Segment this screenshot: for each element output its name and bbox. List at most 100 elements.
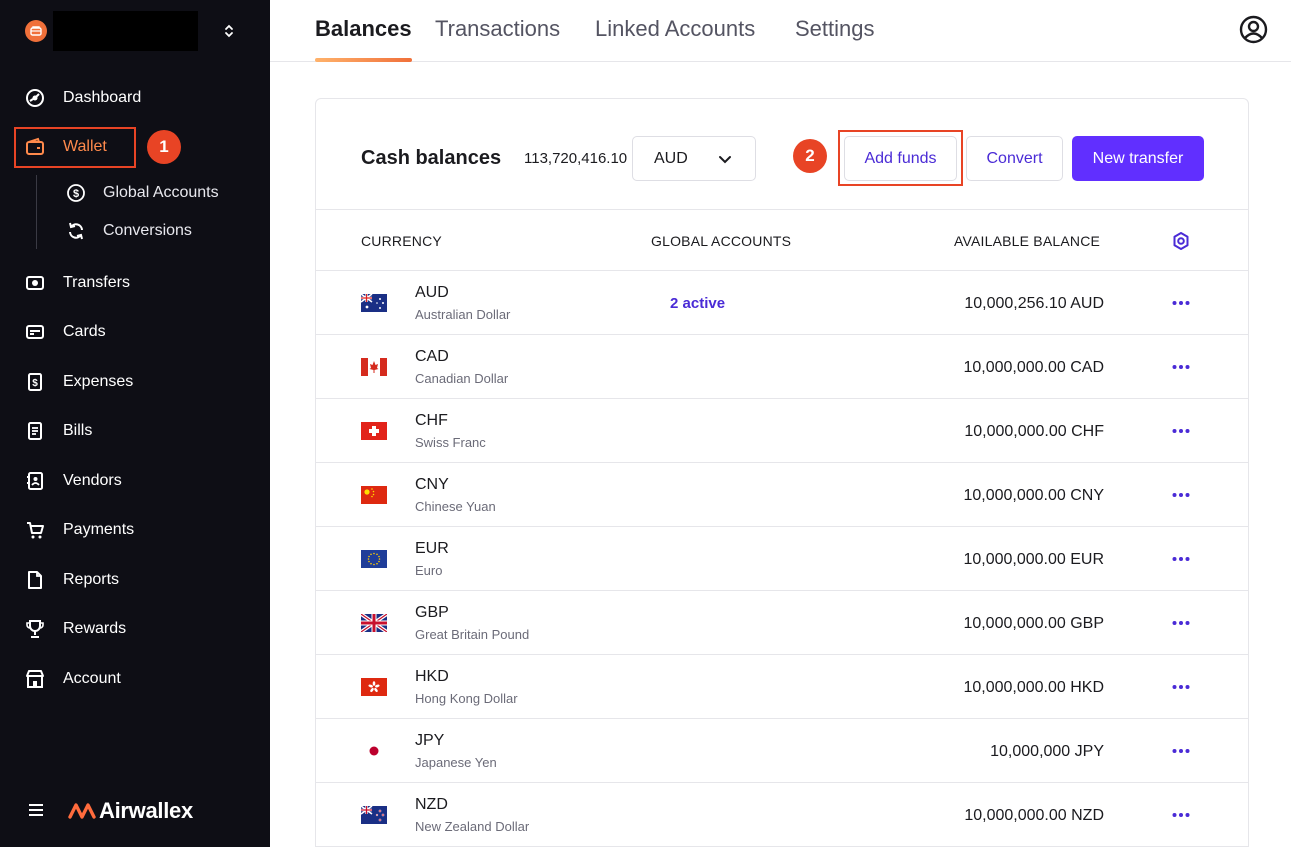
currency-code: HKD xyxy=(415,668,449,685)
column-header-global-accounts: GLOBAL ACCOUNTS xyxy=(651,233,792,249)
flag-uk-icon xyxy=(361,614,387,632)
currency-select[interactable]: AUD xyxy=(632,136,756,181)
svg-text:$: $ xyxy=(73,188,79,200)
more-options-icon[interactable] xyxy=(1171,741,1191,761)
table-row[interactable]: CHF Swiss Franc 10,000,000.00 CHF xyxy=(316,399,1248,463)
available-balance: 10,000,256.10 AUD xyxy=(964,295,1104,312)
table-row[interactable]: EUR Euro 10,000,000.00 EUR xyxy=(316,527,1248,591)
global-accounts-link[interactable]: 2 active xyxy=(670,295,725,312)
convert-button[interactable]: Convert xyxy=(966,136,1063,181)
currency-code: CHF xyxy=(415,412,448,429)
profile-icon[interactable] xyxy=(1239,15,1268,44)
new-transfer-button[interactable]: New transfer xyxy=(1072,136,1204,181)
currency-name: Hong Kong Dollar xyxy=(415,691,518,706)
store-icon xyxy=(25,669,45,689)
nav-label: Rewards xyxy=(63,620,127,637)
more-options-icon[interactable] xyxy=(1171,357,1191,377)
flag-switzerland-icon xyxy=(361,422,387,440)
currency-code: CAD xyxy=(415,348,449,365)
tab-settings[interactable]: Settings xyxy=(795,16,875,62)
more-options-icon[interactable] xyxy=(1171,613,1191,633)
flag-hong-kong-icon xyxy=(361,678,387,696)
nav-transfers[interactable]: Transfers xyxy=(0,263,270,303)
refresh-icon xyxy=(66,221,86,241)
flag-canada-icon xyxy=(361,358,387,376)
nav-bills[interactable]: Bills xyxy=(0,411,270,451)
currency-code: AUD xyxy=(415,284,449,301)
subnav-global-accounts[interactable]: $ Global Accounts xyxy=(0,177,270,209)
org-logo-icon xyxy=(25,20,47,42)
table-row[interactable]: JPY Japanese Yen 10,000,000 JPY xyxy=(316,719,1248,783)
currency-code: JPY xyxy=(415,732,445,749)
currency-name: Great Britain Pound xyxy=(415,627,530,642)
more-options-icon[interactable] xyxy=(1171,485,1191,505)
currency-select-value: AUD xyxy=(654,150,688,167)
flag-china-icon xyxy=(361,486,387,504)
sidebar-footer: Airwallex xyxy=(0,790,270,830)
flag-new-zealand-icon xyxy=(361,806,387,824)
available-balance: 10,000,000.00 CNY xyxy=(963,487,1104,504)
nav-rewards[interactable]: Rewards xyxy=(0,609,270,649)
annotation-step-2-badge: 2 xyxy=(793,139,827,173)
more-options-icon[interactable] xyxy=(1171,293,1191,313)
nav-label: Reports xyxy=(63,571,120,588)
settings-gear-icon[interactable] xyxy=(1171,231,1191,251)
table-row[interactable]: AUD Australian Dollar 2 active 10,000,25… xyxy=(316,271,1248,335)
hamburger-menu-icon[interactable] xyxy=(27,802,45,818)
nav-cards[interactable]: Cards xyxy=(0,312,270,352)
table-row[interactable]: GBP Great Britain Pound 10,000,000.00 GB… xyxy=(316,591,1248,655)
nav-expenses[interactable]: $ Expenses xyxy=(0,362,270,402)
nav-label: Account xyxy=(63,670,121,687)
svg-text:$: $ xyxy=(32,378,38,389)
add-funds-button[interactable]: Add funds xyxy=(844,136,957,181)
available-balance: 10,000,000 JPY xyxy=(990,743,1104,760)
currency-name: Japanese Yen xyxy=(415,755,497,770)
more-options-icon[interactable] xyxy=(1171,549,1191,569)
subnav-label: Conversions xyxy=(103,222,192,239)
available-balance: 10,000,000.00 NZD xyxy=(964,807,1104,824)
expenses-icon: $ xyxy=(25,372,45,392)
nav-account[interactable]: Account xyxy=(0,659,270,699)
nav-label: Payments xyxy=(63,521,135,538)
available-balance: 10,000,000.00 CAD xyxy=(963,359,1104,376)
table-header: CURRENCY GLOBAL ACCOUNTS AVAILABLE BALAN… xyxy=(316,209,1248,271)
currency-name: Australian Dollar xyxy=(415,307,511,322)
nav-label: Transfers xyxy=(63,274,130,291)
column-header-currency: CURRENCY xyxy=(361,233,442,249)
cash-balances-card: Cash balances 113,720,416.10 AUD 2 Add f… xyxy=(315,98,1249,847)
currency-name: Canadian Dollar xyxy=(415,371,509,386)
table-row[interactable]: CNY Chinese Yuan 10,000,000.00 CNY xyxy=(316,463,1248,527)
nav-label: Cards xyxy=(63,323,106,340)
tab-transactions[interactable]: Transactions xyxy=(435,16,560,62)
table-row[interactable]: HKD Hong Kong Dollar 10,000,000.00 HKD xyxy=(316,655,1248,719)
available-balance: 10,000,000.00 EUR xyxy=(963,551,1104,568)
subnav-conversions[interactable]: Conversions xyxy=(0,215,270,247)
more-options-icon[interactable] xyxy=(1171,805,1191,825)
nav-payments[interactable]: Payments xyxy=(0,510,270,550)
currency-code: CNY xyxy=(415,476,449,493)
more-options-icon[interactable] xyxy=(1171,421,1191,441)
nav-label: Dashboard xyxy=(63,89,142,106)
table-row[interactable]: NZD New Zealand Dollar 10,000,000.00 NZD xyxy=(316,783,1248,847)
nav-vendors[interactable]: Vendors xyxy=(0,461,270,501)
table-row[interactable]: CAD Canadian Dollar 10,000,000.00 CAD xyxy=(316,335,1248,399)
more-options-icon[interactable] xyxy=(1171,677,1191,697)
cart-icon xyxy=(25,520,45,540)
nav-dashboard[interactable]: Dashboard xyxy=(0,78,270,118)
tab-balances[interactable]: Balances xyxy=(315,16,412,62)
bills-icon xyxy=(25,421,45,441)
tab-linked-accounts[interactable]: Linked Accounts xyxy=(595,16,755,62)
transfers-icon xyxy=(25,273,45,293)
annotation-highlight-wallet xyxy=(14,127,136,168)
available-balance: 10,000,000.00 HKD xyxy=(963,679,1104,696)
trophy-icon xyxy=(25,619,45,639)
brand-name: Airwallex xyxy=(99,798,193,823)
sidebar: Dashboard Wallet 1 $ Global Accounts Con… xyxy=(0,0,270,847)
chevron-up-down-icon[interactable] xyxy=(220,20,238,42)
nav-reports[interactable]: Reports xyxy=(0,560,270,600)
org-name-redacted xyxy=(53,11,198,51)
org-switcher[interactable] xyxy=(0,0,270,62)
currency-name: Euro xyxy=(415,563,443,578)
chevron-down-icon xyxy=(716,150,734,168)
available-balance: 10,000,000.00 CHF xyxy=(964,423,1104,440)
